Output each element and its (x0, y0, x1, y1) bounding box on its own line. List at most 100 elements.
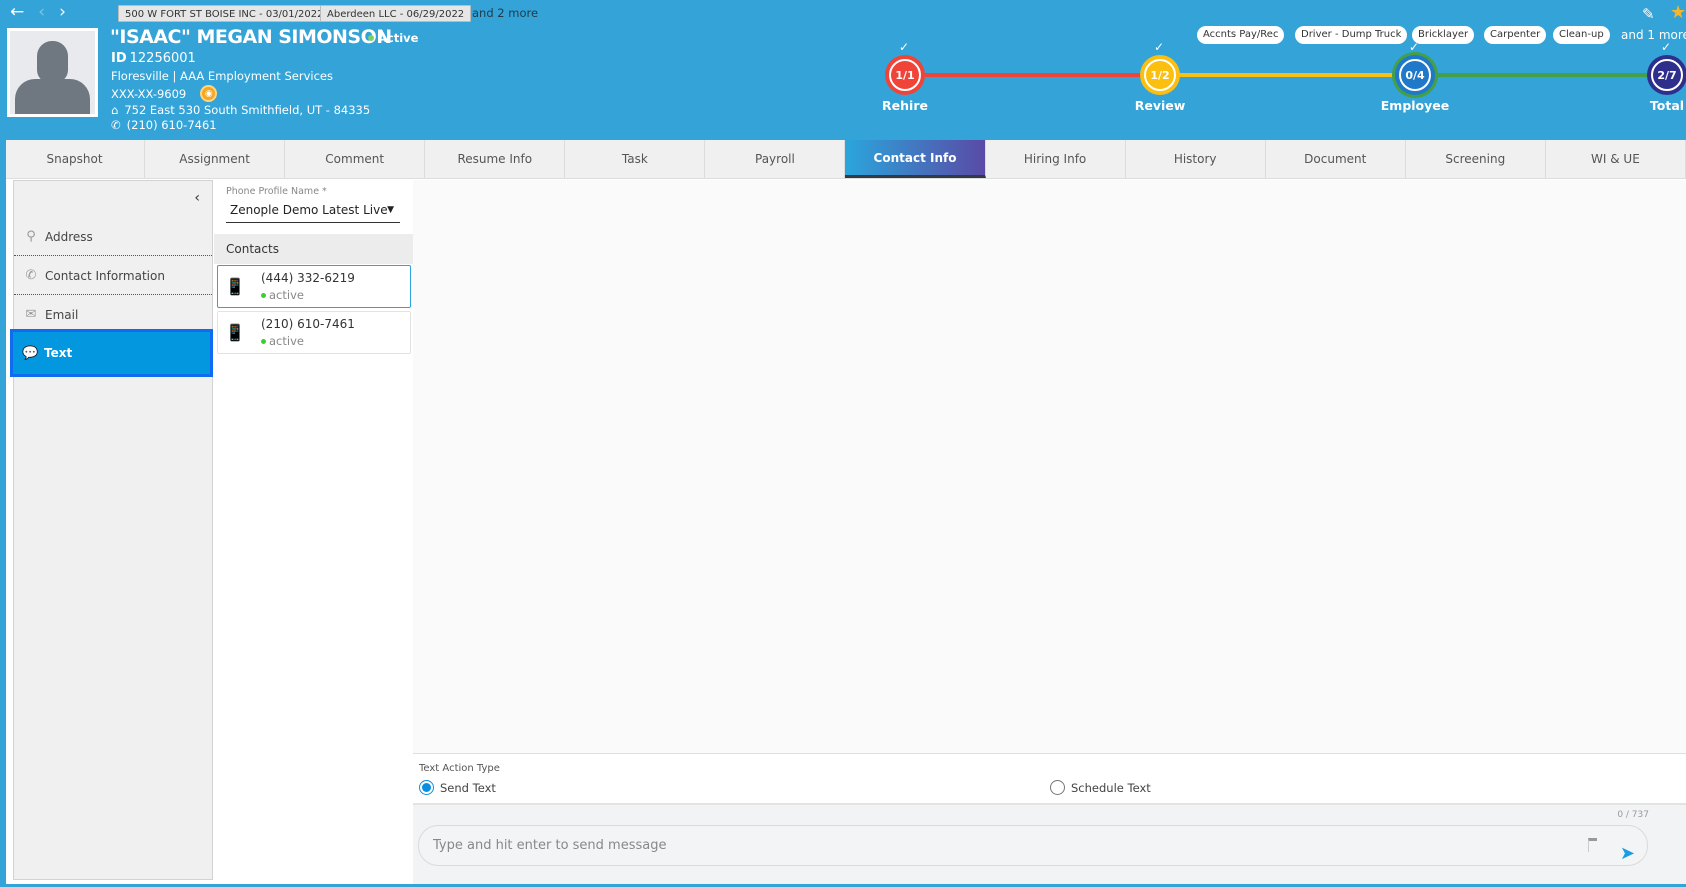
contacts-header: Contacts (214, 234, 413, 264)
message-area: Text Action Type Send Text Schedule Text… (413, 180, 1686, 884)
star-icon[interactable]: ★ (1670, 2, 1686, 23)
stage-rehire[interactable]: 1/1 (885, 55, 925, 95)
pencil-icon[interactable]: ✎ (1642, 5, 1655, 23)
stage-label: Review (1134, 98, 1186, 113)
map-icon: ⚲ (26, 229, 36, 244)
sidebar-item-contact-information[interactable]: ✆ Contact Information (14, 257, 212, 295)
skill-tag: Accnts Pay/Rec (1197, 26, 1285, 44)
more-companies-link[interactable]: and 2 more (472, 5, 538, 22)
person-location: Floresville | AAA Employment Services (111, 69, 333, 83)
tab-history[interactable]: History (1126, 140, 1266, 178)
more-skills-link[interactable]: and 1 more (1621, 28, 1686, 42)
status-badge: Active (368, 31, 418, 45)
compose-area: 0 / 737 ➤ (413, 805, 1686, 884)
contact-card[interactable]: 📱 (444) 332-6219 active (217, 265, 411, 308)
checkmark-icon: ✓ (899, 40, 910, 54)
skill-tag: Driver - Dump Truck (1295, 26, 1408, 44)
phone-icon: ✆ (111, 118, 121, 132)
tab-payroll[interactable]: Payroll (705, 140, 846, 178)
skill-tag: Bricklayer (1412, 26, 1475, 44)
tab-contact-info[interactable]: Contact Info (845, 140, 986, 178)
tab-screening[interactable]: Screening (1406, 140, 1546, 178)
sidebar-item-label: Address (45, 229, 93, 244)
stage-label: Total (1649, 98, 1685, 113)
stage-connector (1178, 73, 1396, 77)
contact-status-text: active (269, 288, 304, 302)
id-value: 12256001 (129, 51, 196, 66)
person-name: "ISAAC" MEGAN SIMONSON (110, 26, 392, 48)
navigation-arrows: ← ‹ › (10, 2, 66, 22)
tab-task[interactable]: Task (565, 140, 706, 178)
avatar[interactable] (7, 28, 98, 117)
company-chip[interactable]: Aberdeen LLC - 06/29/2022 (320, 5, 472, 22)
tab-bar: Snapshot Assignment Comment Resume Info Task… (5, 140, 1686, 179)
stage-label: Rehire (882, 98, 928, 113)
message-input-wrapper: ➤ (418, 825, 1648, 866)
shield-badge-icon[interactable]: ◉ (200, 85, 218, 102)
person-phone: ✆ (210) 610-7461 (111, 118, 217, 132)
contact-number: (210) 610-7461 (261, 317, 355, 331)
checkmark-icon: ✓ (1661, 40, 1672, 54)
stage-value: 1/1 (889, 59, 921, 91)
contacts-panel: Phone Profile Name * Zenople Demo Latest… (214, 180, 413, 880)
checkmark-icon: ✓ (1154, 40, 1165, 54)
contact-card[interactable]: 📱 (210) 610-7461 active (217, 311, 411, 354)
status-dot (368, 35, 374, 41)
stage-value: 0/4 (1399, 59, 1431, 91)
tab-snapshot[interactable]: Snapshot (5, 140, 146, 178)
arrow-left-icon[interactable]: ← (10, 2, 24, 22)
envelope-icon: ✉ (25, 307, 37, 322)
sms-icon: 💬 (22, 345, 39, 361)
radio-label: Schedule Text (1071, 780, 1151, 795)
radio-schedule-text[interactable]: Schedule Text (1050, 780, 1151, 795)
left-accent-strip (0, 140, 6, 887)
person-ssn: XXX-XX-9609 ◉ (111, 85, 218, 102)
contact-number: (444) 332-6219 (261, 271, 355, 285)
stage-employee[interactable]: 0/4 (1395, 55, 1435, 95)
tab-resume-info[interactable]: Resume Info (425, 140, 566, 178)
message-input[interactable] (433, 838, 1533, 853)
ssn-value: XXX-XX-9609 (111, 86, 187, 101)
phone-text: (210) 610-7461 (126, 118, 217, 132)
address-text: 752 East 530 South Smithfield, UT - 8433… (124, 103, 371, 117)
radio-send-text[interactable]: Send Text (419, 780, 496, 795)
stage-connector (1433, 73, 1648, 77)
person-id: ID 12256001 (111, 51, 196, 66)
profile-header: ← ‹ › 500 W FORT ST BOISE INC - 03/01/20… (0, 0, 1686, 140)
phone-profile-select[interactable]: Zenople Demo Latest Live ▼ (226, 200, 400, 223)
chevron-left-icon[interactable]: ‹ (38, 2, 45, 22)
collapse-chevron-icon[interactable]: ‹ (194, 190, 200, 206)
mobile-message-icon: 📱 (225, 323, 245, 342)
status-dot (261, 338, 266, 344)
contact-sidebar: ‹ ⚲ Address ✆ Contact Information ✉ Emai… (10, 180, 213, 880)
stage-review[interactable]: 1/2 (1140, 55, 1180, 95)
tab-comment[interactable]: Comment (285, 140, 426, 178)
status-dot (261, 292, 266, 298)
mobile-message-icon: 📱 (225, 277, 245, 296)
sidebar-item-label: Text (44, 346, 73, 360)
tab-hiring-info[interactable]: Hiring Info (986, 140, 1126, 178)
tab-wi-ue[interactable]: WI & UE (1546, 140, 1686, 178)
dropdown-caret-icon: ▼ (387, 205, 394, 215)
id-label: ID (111, 51, 127, 66)
sidebar-item-label: Contact Information (45, 268, 165, 283)
sidebar-item-label: Email (45, 307, 79, 322)
status-text: Active (378, 31, 419, 45)
character-counter: 0 / 737 (1617, 810, 1649, 820)
stage-total[interactable]: 2/7 (1647, 55, 1686, 95)
template-icon[interactable] (1588, 838, 1597, 852)
person-address: ⌂ 752 East 530 South Smithfield, UT - 84… (111, 103, 370, 117)
contact-status: active (261, 334, 304, 348)
tab-document[interactable]: Document (1266, 140, 1406, 178)
tab-assignment[interactable]: Assignment (145, 140, 286, 178)
stage-value: 2/7 (1651, 59, 1683, 91)
sidebar-item-address[interactable]: ⚲ Address (14, 218, 212, 256)
company-chip[interactable]: 500 W FORT ST BOISE INC - 03/01/2022 (118, 5, 331, 22)
sidebar-item-text[interactable]: 💬 Text (10, 329, 213, 377)
stage-label: Employee (1380, 98, 1450, 113)
send-icon[interactable]: ➤ (1620, 834, 1635, 873)
chevron-right-icon[interactable]: › (59, 2, 66, 22)
radio-circle (1050, 780, 1065, 795)
text-action-type-section: Text Action Type Send Text Schedule Text (413, 753, 1686, 805)
phone-icon: ✆ (25, 268, 37, 283)
